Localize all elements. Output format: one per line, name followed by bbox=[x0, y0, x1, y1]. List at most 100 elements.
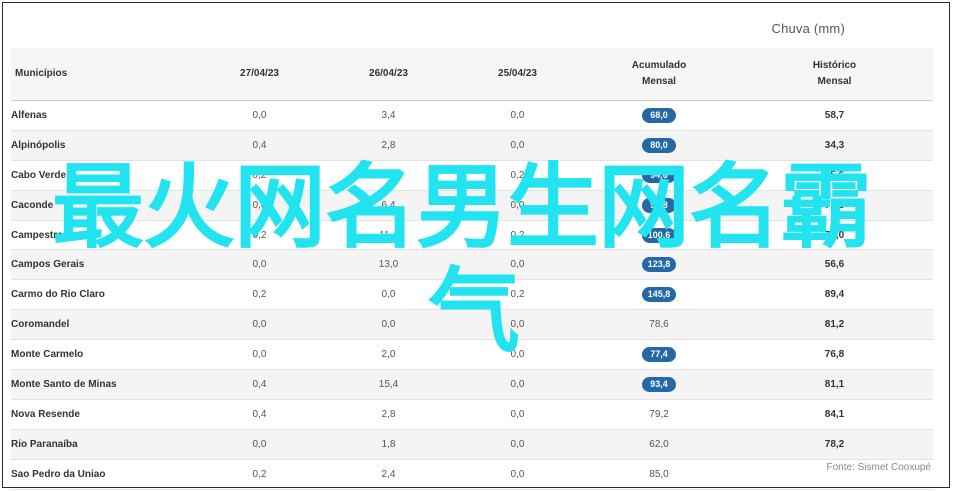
table-row: Monte Santo de Minas 0,4 15,4 0,0 93,4 81,1 bbox=[11, 369, 933, 400]
table-row: Nova Resende 0,4 2,8 0,0 79,2 84,1 bbox=[11, 399, 933, 430]
header-acumulado-line1: Acumulado bbox=[631, 60, 687, 71]
table-row: Caconde 0,0 6,4 0,0 90,8 77,6 bbox=[11, 190, 933, 221]
historico-cell: 76,8 bbox=[736, 339, 933, 371]
municipio-cell: Coromandel bbox=[11, 309, 195, 341]
municipio-cell: Campestre bbox=[11, 220, 195, 251]
acumulado-badge: 145,8 bbox=[642, 287, 676, 303]
acumulado-cell: 62,0 bbox=[582, 429, 736, 460]
rainfall-table: Municípios 27/04/23 26/04/23 25/04/23 Ac… bbox=[11, 48, 933, 490]
date-3-cell: 0,0 bbox=[453, 369, 582, 400]
date-2-cell: 2,8 bbox=[324, 399, 453, 430]
table-row: Alfenas 0,0 3,4 0,0 68,0 58,7 bbox=[11, 100, 933, 131]
table-header-row: Municípios 27/04/23 26/04/23 25/04/23 Ac… bbox=[11, 48, 933, 101]
date-3-cell: 0,0 bbox=[453, 249, 582, 281]
chart-label: Chuva (mm) bbox=[771, 21, 845, 36]
municipio-cell: Carmo do Rio Claro bbox=[11, 279, 195, 311]
date-2-cell: 0,0 bbox=[324, 309, 453, 341]
date-1-cell: 0,4 bbox=[195, 130, 324, 161]
acumulado-badge: 77,4 bbox=[642, 347, 676, 363]
table-row: Sao Pedro da Uniao 0,2 2,4 0,0 85,0 bbox=[11, 459, 933, 490]
historico-cell: 84,1 bbox=[736, 399, 933, 430]
date-1-cell: 0,4 bbox=[195, 399, 324, 430]
table-row: Campestre 0,2 11,4 0,2 100,6 79,0 bbox=[11, 220, 933, 251]
source-credit: Fonte: Sismet Cooxupé bbox=[826, 462, 932, 473]
content-frame: Chuva (mm) Municípios 27/04/23 26/04/23 … bbox=[2, 2, 950, 490]
date-1-cell: 0,0 bbox=[195, 309, 324, 341]
acumulado-cell: 93,4 bbox=[582, 369, 736, 400]
acumulado-badge: 93,4 bbox=[642, 376, 676, 392]
historico-cell: 77,6 bbox=[736, 190, 933, 221]
acumulado-badge: 80,0 bbox=[642, 137, 676, 153]
date-1-cell: 0,0 bbox=[195, 190, 324, 221]
date-3-cell: 0,0 bbox=[453, 459, 582, 490]
historico-cell: 78,2 bbox=[736, 429, 933, 460]
date-2-cell: 13,0 bbox=[324, 249, 453, 281]
acumulado-badge: 123,8 bbox=[642, 257, 676, 273]
acumulado-badge: 94,6 bbox=[642, 167, 676, 183]
municipio-cell: Sao Pedro da Uniao bbox=[11, 459, 195, 490]
date-3-cell: 0,0 bbox=[453, 100, 582, 131]
municipio-cell: Cabo Verde bbox=[11, 160, 195, 191]
municipio-cell: Alpinópolis bbox=[11, 130, 195, 161]
acumulado-badge: 68,0 bbox=[642, 107, 676, 123]
acumulado-cell: 94,6 bbox=[582, 160, 736, 191]
header-date-1: 27/04/23 bbox=[195, 48, 324, 101]
historico-cell: 81,1 bbox=[736, 369, 933, 400]
date-1-cell: 0,2 bbox=[195, 279, 324, 311]
date-3-cell: 0,0 bbox=[453, 130, 582, 161]
header-acumulado: Acumulado Mensal bbox=[582, 48, 736, 101]
date-2-cell: 6,4 bbox=[324, 190, 453, 221]
acumulado-cell: 145,8 bbox=[582, 279, 736, 311]
header-historico-line1: Histórico bbox=[812, 60, 857, 71]
municipio-cell: Caconde bbox=[11, 190, 195, 221]
table-row: Monte Carmelo 0,0 2,0 0,0 77,4 76,8 bbox=[11, 339, 933, 371]
date-1-cell: 0,0 bbox=[195, 100, 324, 131]
date-2-cell: 2,0 bbox=[324, 339, 453, 371]
date-1-cell: 0,2 bbox=[195, 459, 324, 490]
municipio-cell: Nova Resende bbox=[11, 399, 195, 430]
municipio-cell: Monte Carmelo bbox=[11, 339, 195, 371]
table-row: Campos Gerais 0,0 13,0 0,0 123,8 56,6 bbox=[11, 249, 933, 281]
table-row: Carmo do Rio Claro 0,2 0,0 0,2 145,8 89,4 bbox=[11, 279, 933, 311]
historico-cell: 56,6 bbox=[736, 249, 933, 281]
municipio-cell: Rio Paranaíba bbox=[11, 429, 195, 460]
table-row: Alpinópolis 0,4 2,8 0,0 80,0 34,3 bbox=[11, 130, 933, 161]
header-municipios: Municípios bbox=[11, 48, 195, 101]
date-3-cell: 0,0 bbox=[453, 309, 582, 341]
table-row: Coromandel 0,0 0,0 0,0 78,6 81,2 bbox=[11, 309, 933, 341]
historico-cell: 34,3 bbox=[736, 130, 933, 161]
acumulado-cell: 68,0 bbox=[582, 100, 736, 131]
date-2-cell: 2,4 bbox=[324, 459, 453, 490]
date-1-cell: 0,4 bbox=[195, 369, 324, 400]
header-historico: Histórico Mensal bbox=[736, 48, 933, 101]
header-historico-line2: Mensal bbox=[817, 76, 852, 87]
header-acumulado-line2: Mensal bbox=[642, 76, 676, 87]
historico-cell: 89,4 bbox=[736, 279, 933, 311]
date-3-cell: 0,2 bbox=[453, 160, 582, 191]
date-2-cell: 15,4 bbox=[324, 369, 453, 400]
acumulado-cell: 77,4 bbox=[582, 339, 736, 371]
municipio-cell: Alfenas bbox=[11, 100, 195, 131]
municipio-cell: Campos Gerais bbox=[11, 249, 195, 281]
acumulado-badge: 90,8 bbox=[642, 197, 676, 213]
date-3-cell: 0,0 bbox=[453, 339, 582, 371]
historico-cell: 81,2 bbox=[736, 309, 933, 341]
date-1-cell: 0,2 bbox=[195, 220, 324, 251]
header-date-2: 26/04/23 bbox=[324, 48, 453, 101]
acumulado-cell: 80,0 bbox=[582, 130, 736, 161]
acumulado-cell: 90,8 bbox=[582, 190, 736, 221]
historico-cell: 58,7 bbox=[736, 100, 933, 131]
date-3-cell: 0,0 bbox=[453, 429, 582, 460]
date-1-cell: 0,2 bbox=[195, 160, 324, 191]
acumulado-cell: 85,0 bbox=[582, 459, 736, 490]
date-2-cell: 2,8 bbox=[324, 130, 453, 161]
date-1-cell: 0,0 bbox=[195, 249, 324, 281]
historico-cell: 75,6 bbox=[736, 160, 933, 191]
municipio-cell: Monte Santo de Minas bbox=[11, 369, 195, 400]
header-date-3: 25/04/23 bbox=[453, 48, 582, 101]
date-1-cell: 0,0 bbox=[195, 339, 324, 371]
date-3-cell: 0,0 bbox=[453, 190, 582, 221]
date-2-cell: 1,8 bbox=[324, 429, 453, 460]
date-1-cell: 0,0 bbox=[195, 429, 324, 460]
historico-cell: 79,0 bbox=[736, 220, 933, 251]
